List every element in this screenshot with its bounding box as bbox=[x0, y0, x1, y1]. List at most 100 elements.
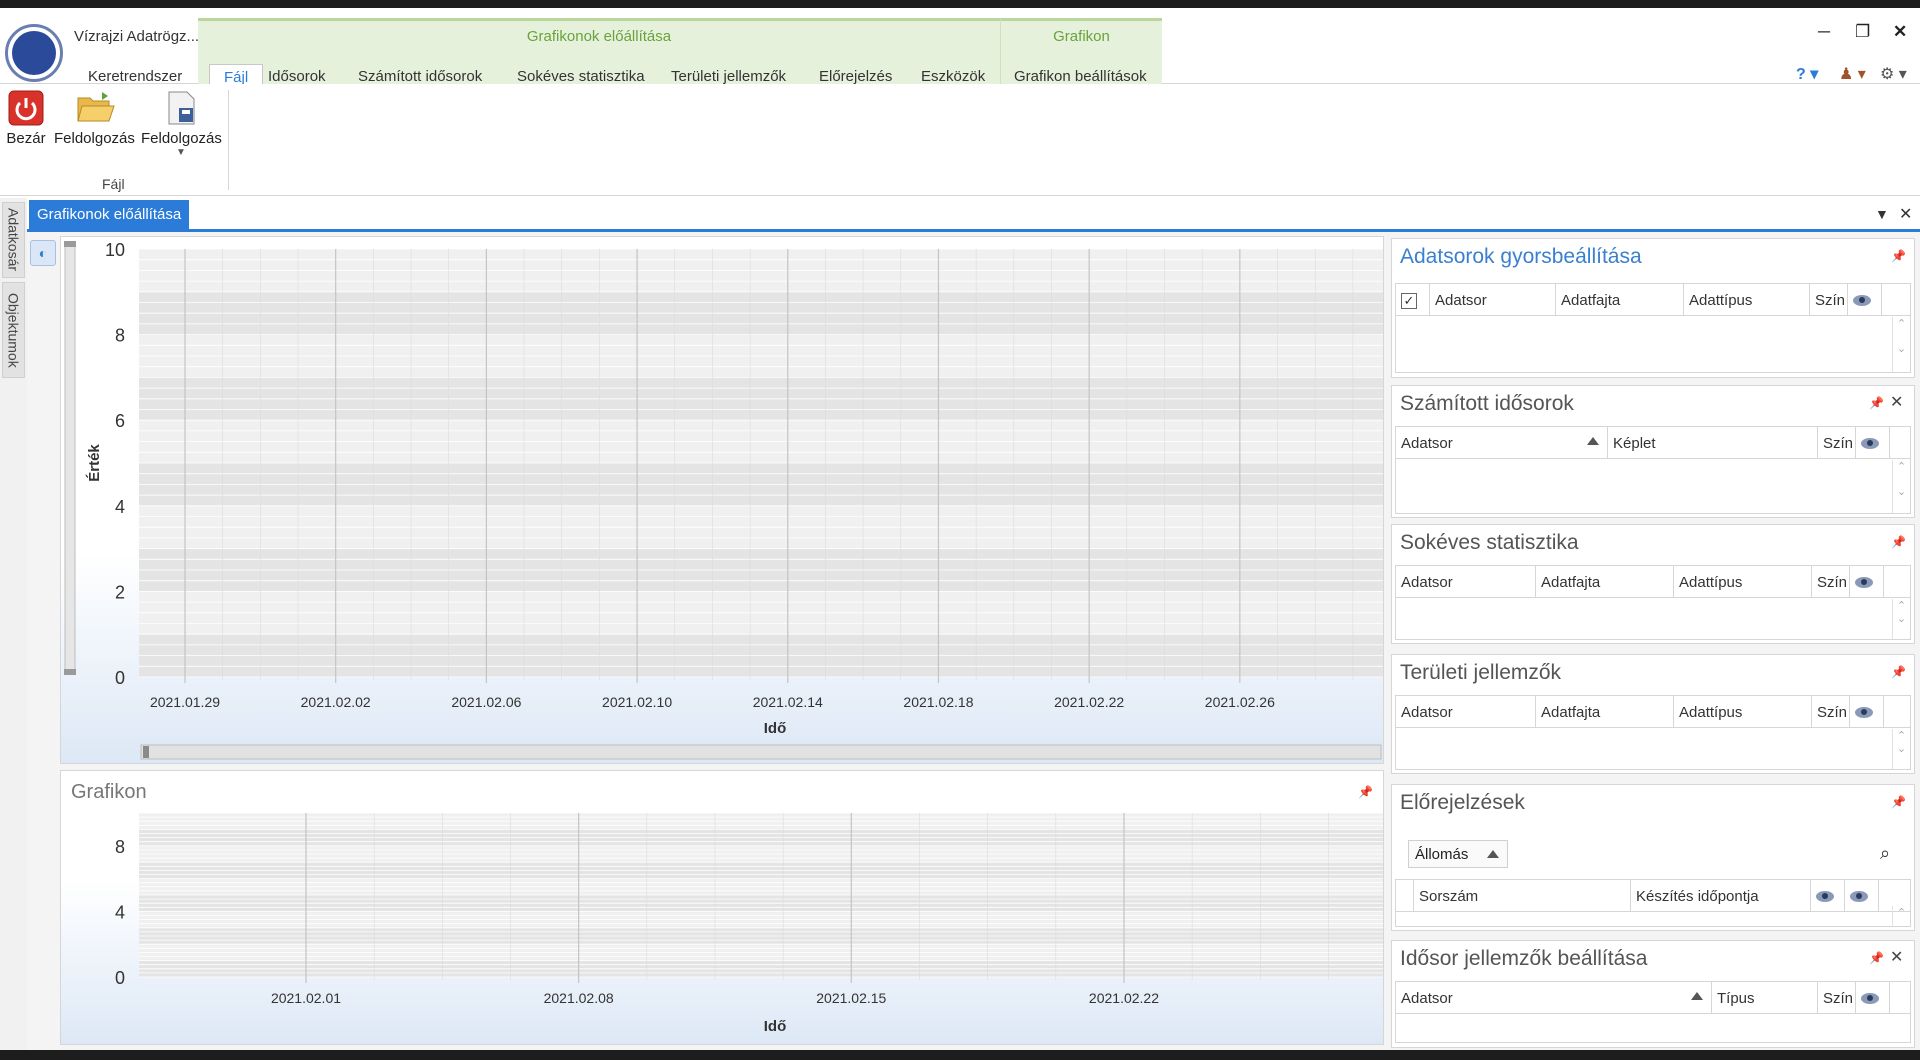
col-adatfajta[interactable]: Adatfajta bbox=[1536, 566, 1674, 598]
user-icon[interactable]: ♟ ▾ bbox=[1839, 64, 1866, 84]
col-adatfajta[interactable]: Adatfajta bbox=[1536, 696, 1674, 728]
station-sort-button[interactable]: Állomás bbox=[1408, 840, 1508, 868]
tab-teruleti-jellemzok[interactable]: Területi jellemzők bbox=[671, 68, 786, 85]
col-szin[interactable]: Szín bbox=[1818, 982, 1856, 1014]
col-visibility[interactable] bbox=[1856, 982, 1890, 1014]
col-adattipus[interactable]: Adattípus bbox=[1674, 566, 1812, 598]
dropdown-arrow-icon[interactable]: ▼ bbox=[141, 147, 221, 158]
x-scroll-handle-left bbox=[143, 746, 149, 758]
eye-icon bbox=[1816, 891, 1834, 902]
longterm-statistics-grid: Adatsor Adatfajta Adattípus Szín ⌃ ⌄ bbox=[1395, 565, 1911, 640]
col-szin[interactable]: Szín bbox=[1812, 696, 1850, 728]
x-tick-label: 2021.02.15 bbox=[816, 990, 886, 1006]
tab-sokeves-statisztika[interactable]: Sokéves statisztika bbox=[517, 68, 645, 85]
vertical-scrollbar[interactable]: ⌃ bbox=[1892, 906, 1910, 926]
col-adatsor[interactable]: Adatsor bbox=[1396, 696, 1536, 728]
pin-icon[interactable]: 📌 bbox=[1358, 785, 1373, 799]
restore-button[interactable]: ❐ bbox=[1855, 22, 1870, 42]
pin-icon[interactable]: 📌 bbox=[1891, 795, 1906, 809]
x-tick-label: 2021.02.10 bbox=[602, 694, 672, 710]
sidebar-tab-objektumok[interactable]: Objektumok bbox=[2, 282, 25, 378]
close-panel-icon[interactable]: ✕ bbox=[1890, 392, 1903, 412]
col-keplet[interactable]: Képlet bbox=[1608, 427, 1818, 459]
process-save-button[interactable]: Feldolgozás ▼ bbox=[141, 90, 222, 158]
vertical-scrollbar[interactable]: ⌃ ⌄ bbox=[1892, 599, 1910, 639]
x-tick-label: 2021.02.06 bbox=[451, 694, 521, 710]
close-window-button[interactable]: ✕ bbox=[1893, 22, 1907, 42]
col-visibility[interactable] bbox=[1850, 696, 1884, 728]
main-chart: 2021.01.29 2021.02.02 2021.02.06 2021.02.10… bbox=[64, 240, 1383, 760]
y-tick-label: 6 bbox=[115, 411, 125, 431]
pin-icon[interactable]: 📌 bbox=[1869, 396, 1884, 410]
minimize-button[interactable]: ─ bbox=[1818, 22, 1830, 42]
col-adatsor[interactable]: Adatsor bbox=[1430, 284, 1556, 316]
col-adatsor[interactable]: Adatsor bbox=[1396, 427, 1608, 459]
vertical-scrollbar[interactable]: ⌃ ⌄ bbox=[1892, 317, 1910, 372]
tab-list-dropdown-icon[interactable]: ▼ bbox=[1875, 206, 1889, 222]
select-all-checkbox[interactable]: ✓ bbox=[1396, 284, 1430, 316]
process-folder-label: Feldolgozás bbox=[54, 130, 135, 147]
search-icon[interactable]: ⌕ bbox=[1880, 843, 1890, 864]
system-taskbar-strip bbox=[0, 0, 1920, 8]
power-icon bbox=[8, 90, 44, 126]
col-szin[interactable]: Szín bbox=[1818, 427, 1856, 459]
col-adatsor[interactable]: Adatsor bbox=[1396, 566, 1536, 598]
x-scrollbar bbox=[140, 744, 1382, 760]
document-tab-bar: Grafikonok előállítása ▼ ✕ bbox=[27, 198, 1920, 232]
col-szin[interactable]: Szín bbox=[1812, 566, 1850, 598]
col-visibility[interactable] bbox=[1856, 427, 1890, 459]
process-folder-button[interactable]: Feldolgozás bbox=[54, 90, 135, 147]
document-tab-grafikonok[interactable]: Grafikonok előállítása bbox=[29, 200, 190, 229]
pin-icon[interactable]: 📌 bbox=[1891, 249, 1906, 263]
tab-elorejelzes[interactable]: Előrejelzés bbox=[819, 68, 892, 85]
station-label: Állomás bbox=[1415, 846, 1469, 863]
tab-grafikon-beallitasok[interactable]: Grafikon beállítások bbox=[1014, 68, 1147, 85]
ribbon-group-label: Fájl bbox=[102, 176, 125, 192]
tab-szamitott-idosorok[interactable]: Számított idősorok bbox=[358, 68, 482, 85]
col-sorszam[interactable]: Sorszám bbox=[1414, 880, 1631, 912]
vertical-scrollbar[interactable]: ⌃ ⌄ bbox=[1892, 460, 1910, 513]
col-adatfajta[interactable]: Adatfajta bbox=[1556, 284, 1684, 316]
col-keszites-idopontja[interactable]: Készítés időpontja bbox=[1631, 880, 1811, 912]
close-ribbon-button[interactable]: Bezár bbox=[6, 90, 46, 147]
col-adattipus[interactable]: Adattípus bbox=[1674, 696, 1812, 728]
longterm-statistics-title: Sokéves statisztika bbox=[1400, 531, 1579, 554]
close-tab-icon[interactable]: ✕ bbox=[1899, 204, 1912, 224]
sort-ascending-icon bbox=[1691, 992, 1703, 1000]
y-scroll-handle-top bbox=[64, 241, 76, 247]
vertical-scrollbar[interactable]: ⌃ ⌄ bbox=[1892, 729, 1910, 769]
sidebar-tab-adatkosar[interactable]: Adatkosár bbox=[2, 202, 25, 278]
pin-icon[interactable]: 📌 bbox=[1891, 665, 1906, 679]
process-save-label: Feldolgozás bbox=[141, 130, 222, 147]
x-tick-label: 2021.01.29 bbox=[150, 694, 220, 710]
chart-toggle-icon[interactable]: ◐ bbox=[30, 240, 56, 266]
y-tick-label: 8 bbox=[115, 326, 125, 346]
eye-icon bbox=[1861, 993, 1879, 1004]
settings-gear-icon[interactable]: ⚙ ▾ bbox=[1880, 64, 1907, 84]
help-icon[interactable]: ? ▾ bbox=[1796, 64, 1818, 84]
forecasts-title: Előrejelzések bbox=[1400, 791, 1525, 814]
col-adatsor[interactable]: Adatsor bbox=[1396, 982, 1712, 1014]
col-tipus[interactable]: Típus bbox=[1712, 982, 1818, 1014]
pin-icon[interactable]: 📌 bbox=[1891, 535, 1906, 549]
tab-eszkozok[interactable]: Eszközök bbox=[921, 68, 985, 85]
col-szin[interactable]: Szín bbox=[1810, 284, 1848, 316]
tab-idosorok[interactable]: Idősorok bbox=[268, 68, 326, 85]
y-scroll-handle-bottom bbox=[64, 669, 76, 675]
col-visibility-1[interactable] bbox=[1811, 880, 1845, 912]
forecasts-panel: Előrejelzések 📌 Állomás ⌕ Sorszám Készít… bbox=[1391, 784, 1915, 931]
col-visibility[interactable] bbox=[1850, 566, 1884, 598]
tab-keretrendszer[interactable]: Keretrendszer bbox=[88, 68, 182, 85]
x-tick-label: 2021.02.14 bbox=[753, 694, 823, 710]
x-tick-label: 2021.02.18 bbox=[903, 694, 973, 710]
close-ribbon-label: Bezár bbox=[6, 130, 46, 147]
eye-icon bbox=[1855, 577, 1873, 588]
close-panel-icon[interactable]: ✕ bbox=[1890, 947, 1903, 967]
col-visibility-2[interactable] bbox=[1845, 880, 1879, 912]
pin-icon[interactable]: 📌 bbox=[1869, 951, 1884, 965]
col-visibility[interactable] bbox=[1848, 284, 1882, 316]
series-properties-panel: Idősor jellemzők beállítása 📌 ✕ Adatsor … bbox=[1391, 940, 1915, 1048]
col-adattipus[interactable]: Adattípus bbox=[1684, 284, 1810, 316]
y-axis-label: Érték bbox=[86, 444, 103, 482]
grid-header: Adatsor Adatfajta Adattípus Szín bbox=[1396, 566, 1910, 598]
